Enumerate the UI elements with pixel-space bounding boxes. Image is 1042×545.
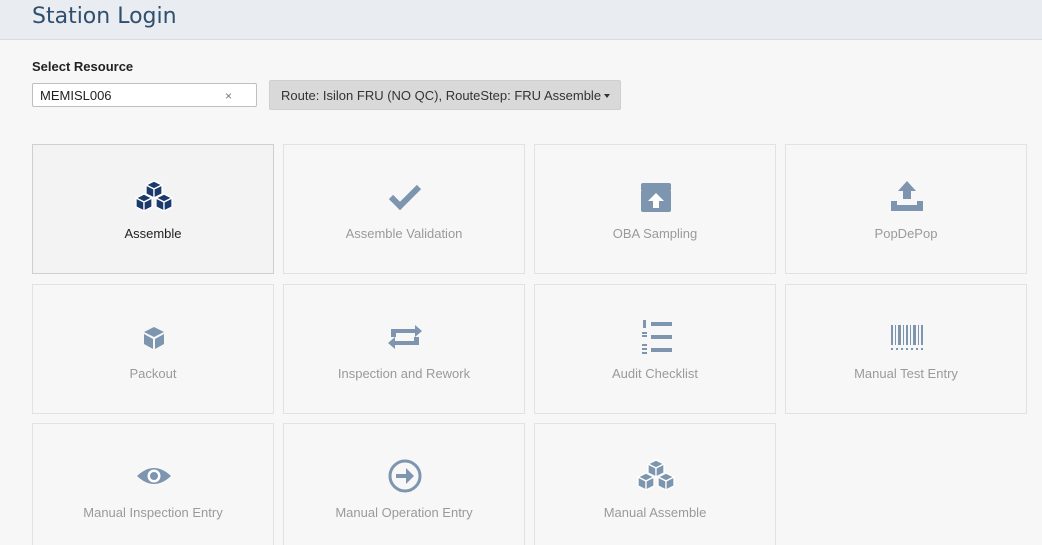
barcode-icon [891, 325, 923, 350]
tile-label: Packout [129, 366, 177, 381]
archive-upload-icon [641, 183, 671, 212]
resource-input[interactable]: MEMISL006 × [32, 83, 257, 107]
tile-label: Assemble Validation [345, 226, 463, 241]
tile-assemble-validation[interactable]: Assemble Validation [283, 144, 525, 274]
clear-icon[interactable]: × [225, 89, 232, 103]
retweet-icon [388, 325, 422, 349]
tile-packout[interactable]: Packout [32, 284, 274, 414]
tile-label: Manual Assemble [603, 505, 707, 520]
route-dropdown[interactable]: Route: Isilon FRU (NO QC), RouteStep: FR… [269, 80, 621, 110]
page-header: Station Login [0, 0, 1042, 40]
cubes-icon [637, 459, 675, 491]
route-dropdown-value: Route: Isilon FRU (NO QC), RouteStep: FR… [281, 88, 602, 103]
cubes-icon [135, 180, 173, 212]
eye-icon [137, 468, 171, 484]
tile-label: Inspection and Rework [337, 366, 471, 381]
caret-down-icon [604, 94, 610, 98]
tile-label: Manual Inspection Entry [83, 505, 223, 520]
tile-manual-operation-entry[interactable]: Manual Operation Entry [283, 423, 525, 545]
tile-label: Manual Operation Entry [335, 505, 473, 520]
numbered-list-icon [642, 320, 672, 354]
box-icon [144, 327, 164, 349]
tile-label: Audit Checklist [612, 366, 698, 381]
tile-label: PopDePop [874, 226, 938, 241]
resource-value: MEMISL006 [40, 88, 112, 103]
tile-manual-test-entry[interactable]: Manual Test Entry [785, 284, 1027, 414]
tile-assemble[interactable]: Assemble [32, 144, 274, 274]
tile-label: Assemble [124, 226, 182, 241]
select-resource-label: Select Resource [32, 59, 134, 74]
checkmark-icon [388, 184, 422, 211]
tile-inspection-rework[interactable]: Inspection and Rework [283, 284, 525, 414]
tile-manual-assemble[interactable]: Manual Assemble [534, 423, 776, 545]
tile-audit-checklist[interactable]: Audit Checklist [534, 284, 776, 414]
page-title: Station Login [32, 4, 177, 29]
tile-manual-inspection-entry[interactable]: Manual Inspection Entry [32, 423, 274, 545]
tile-label: Manual Test Entry [854, 366, 958, 381]
arrow-circle-right-icon [388, 459, 422, 493]
tray-upload-icon [891, 181, 923, 211]
tile-oba-sampling[interactable]: OBA Sampling [534, 144, 776, 274]
tile-label: OBA Sampling [612, 226, 698, 241]
tile-popdepop[interactable]: PopDePop [785, 144, 1027, 274]
